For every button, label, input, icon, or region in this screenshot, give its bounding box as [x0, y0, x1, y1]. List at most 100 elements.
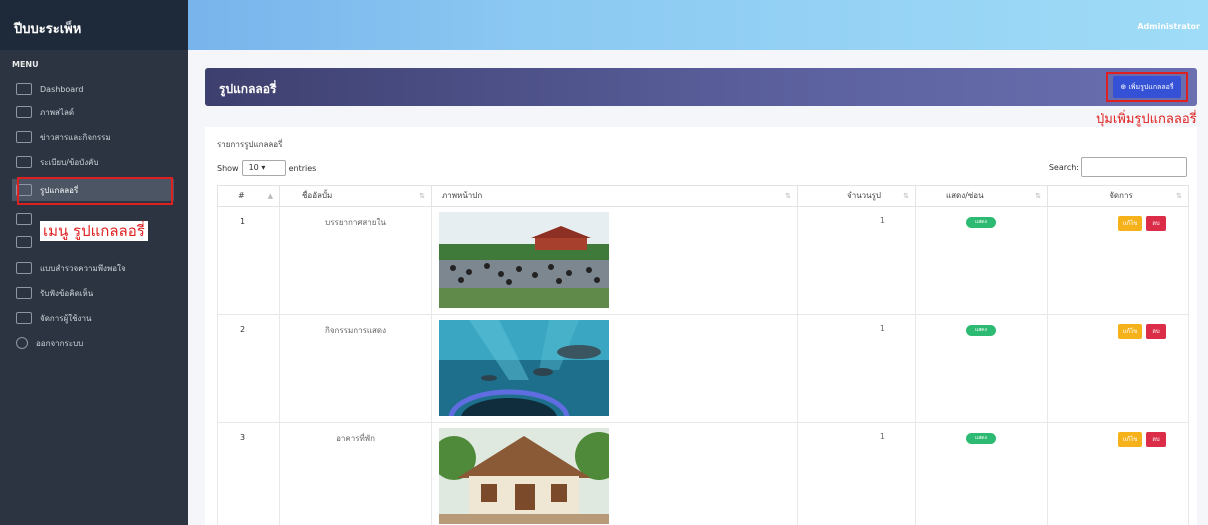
show-label: Show: [217, 163, 239, 173]
sidebar-item-users[interactable]: จัดการผู้ใช้งาน: [12, 307, 174, 329]
rules-icon: [16, 156, 32, 168]
column-header-actions[interactable]: จัดการ ⇅: [1048, 186, 1188, 206]
menu-title: MENU: [12, 60, 39, 69]
sidebar-item-label: จัดการผู้ใช้งาน: [40, 313, 92, 323]
delete-button[interactable]: ลบ: [1146, 216, 1166, 231]
sort-icon: ⇅: [1035, 192, 1041, 200]
add-button-highlight: [1106, 72, 1188, 102]
survey-icon: [16, 262, 32, 274]
slides-icon: [16, 106, 32, 118]
sort-icon: ⇅: [419, 192, 425, 200]
sidebar-item-logout[interactable]: ออกจากระบบ: [12, 332, 174, 354]
top-bar: ปีบบะระเพ็ห Administrator: [0, 0, 1208, 50]
search-label: Search:: [1048, 162, 1079, 172]
page-title: รูปแกลลอรี่: [219, 82, 277, 96]
edit-button[interactable]: แก้ไข: [1118, 216, 1142, 231]
monitor-icon: [16, 83, 32, 95]
table-header: # ▲ ชื่ออัลบั้ม ⇅ ภาพหน้าปก ⇅ จำนวนรูป ⇅ แสด…: [217, 185, 1189, 207]
photo-count: 1: [798, 207, 916, 314]
sidebar-item-slides[interactable]: ภาพสไลด์: [12, 101, 174, 123]
sidebar-item-survey[interactable]: แบบสำรวจความพึงพอใจ: [12, 257, 174, 279]
sidebar-item-news[interactable]: ข่าวสารและกิจกรรม: [12, 126, 174, 148]
sort-icon: ▲: [267, 192, 273, 200]
page-size-control: Show 10 ▾ entries: [217, 160, 316, 176]
sidebar-item-label: ข่าวสารและกิจกรรม: [40, 132, 111, 142]
photo-count: 1: [798, 423, 916, 525]
album-name: อาคารที่พัก: [280, 423, 432, 525]
page-size-select[interactable]: 10 ▾: [241, 160, 286, 176]
user-menu[interactable]: Administrator: [1137, 22, 1200, 31]
table-caption: รายการรูปแกลลอรี่: [217, 140, 283, 149]
cover-cell: [432, 207, 798, 314]
sidebar-item-label: ออกจากระบบ: [36, 338, 84, 348]
column-label: #: [238, 191, 245, 200]
visibility-cell: แสดง: [916, 423, 1048, 525]
phone-icon: [16, 287, 32, 299]
page-size-value: 10: [248, 163, 259, 172]
actions-cell: แก้ไข ลบ: [1048, 315, 1188, 422]
column-header-visibility[interactable]: แสดง/ซ่อน ⇅: [916, 186, 1048, 206]
column-label: จำนวนรูป: [847, 191, 881, 200]
search-control: Search:: [1049, 157, 1187, 177]
column-header-count[interactable]: จำนวนรูป ⇅: [798, 186, 916, 206]
cover-image-aquarium: [439, 320, 609, 416]
visibility-cell: แสดง: [916, 315, 1048, 422]
album-name: บรรยากาศสายใน: [280, 207, 432, 314]
column-label: ชื่ออัลบั้ม: [302, 191, 333, 200]
sort-icon: ⇅: [785, 192, 791, 200]
sidebar-item-feedback[interactable]: รับฟังข้อคิดเห็น: [12, 282, 174, 304]
sidebar-item-label: ภาพสไลด์: [40, 107, 75, 117]
table-row: 1 บรรยากาศสายใน 1 แสดง แก้ไข ลบ: [217, 207, 1189, 315]
actions-cell: แก้ไข ลบ: [1048, 207, 1188, 314]
column-header-album[interactable]: ชื่ออัลบั้ม ⇅: [280, 186, 432, 206]
sort-icon: ⇅: [1176, 192, 1182, 200]
entries-label: entries: [288, 163, 317, 173]
sidebar-item-label: รับฟังข้อคิดเห็น: [40, 288, 94, 298]
sidebar-item-label: Dashboard: [40, 84, 84, 94]
edit-button[interactable]: แก้ไข: [1118, 432, 1142, 447]
delete-button[interactable]: ลบ: [1146, 324, 1166, 339]
column-label: ภาพหน้าปก: [442, 191, 483, 200]
sidebar-item-label: แบบสำรวจความพึงพอใจ: [40, 263, 126, 273]
column-header-cover[interactable]: ภาพหน้าปก ⇅: [432, 186, 798, 206]
sidebar-item-label: ระเบียบ/ข้อบังคับ: [40, 157, 99, 167]
search-input[interactable]: [1081, 157, 1187, 177]
sort-icon: ⇅: [903, 192, 909, 200]
document-icon: [16, 213, 32, 225]
page-header: รูปแกลลอรี่ ⊕ เพิ่มรูปแกลลอรี่: [205, 68, 1197, 106]
gallery-menu-highlight: [17, 177, 173, 205]
table-row: 2 กิจกรรมการแสดง 1 แสดง แก้ไข ลบ: [217, 315, 1189, 423]
brand-area[interactable]: ปีบบะระเพ็ห: [0, 0, 188, 50]
cover-cell: [432, 423, 798, 525]
cover-image-lodge: [439, 428, 609, 524]
column-header-num[interactable]: # ▲: [218, 186, 280, 206]
column-label: แสดง/ซ่อน: [946, 191, 984, 200]
delete-button[interactable]: ลบ: [1146, 432, 1166, 447]
news-icon: [16, 131, 32, 143]
column-label: จัดการ: [1109, 191, 1133, 200]
brand-logo[interactable]: ปีบบะระเพ็ห: [14, 18, 81, 39]
sidebar-item-rules[interactable]: ระเบียบ/ข้อบังคับ: [12, 151, 174, 173]
actions-cell: แก้ไข ลบ: [1048, 423, 1188, 525]
gallery-card: รายการรูปแกลลอรี่ Show 10 ▾ entries Sear…: [205, 127, 1197, 525]
cover-image-wetland: [439, 212, 609, 308]
photo-count: 1: [798, 315, 916, 422]
table-row: 3 อาคารที่พัก 1 แสดง แก้ไข ลบ: [217, 423, 1189, 525]
row-number: 1: [218, 207, 280, 314]
sidebar-item-dashboard[interactable]: Dashboard: [12, 78, 174, 100]
cover-cell: [432, 315, 798, 422]
power-icon: [16, 337, 28, 349]
file-icon: [16, 236, 32, 248]
status-badge[interactable]: แสดง: [966, 325, 996, 336]
album-name: กิจกรรมการแสดง: [280, 315, 432, 422]
users-icon: [16, 312, 32, 324]
visibility-cell: แสดง: [916, 207, 1048, 314]
row-number: 3: [218, 423, 280, 525]
status-badge[interactable]: แสดง: [966, 433, 996, 444]
add-button-annotation: ปุ่มเพิ่มรูปแกลลอรี่: [1096, 112, 1197, 127]
edit-button[interactable]: แก้ไข: [1118, 324, 1142, 339]
sidebar: MENU Dashboard ภาพสไลด์ ข่าวสารและกิจกรร…: [0, 50, 188, 525]
row-number: 2: [218, 315, 280, 422]
gallery-menu-annotation: เมนู รูปแกลลอรี่: [40, 221, 148, 241]
status-badge[interactable]: แสดง: [966, 217, 996, 228]
